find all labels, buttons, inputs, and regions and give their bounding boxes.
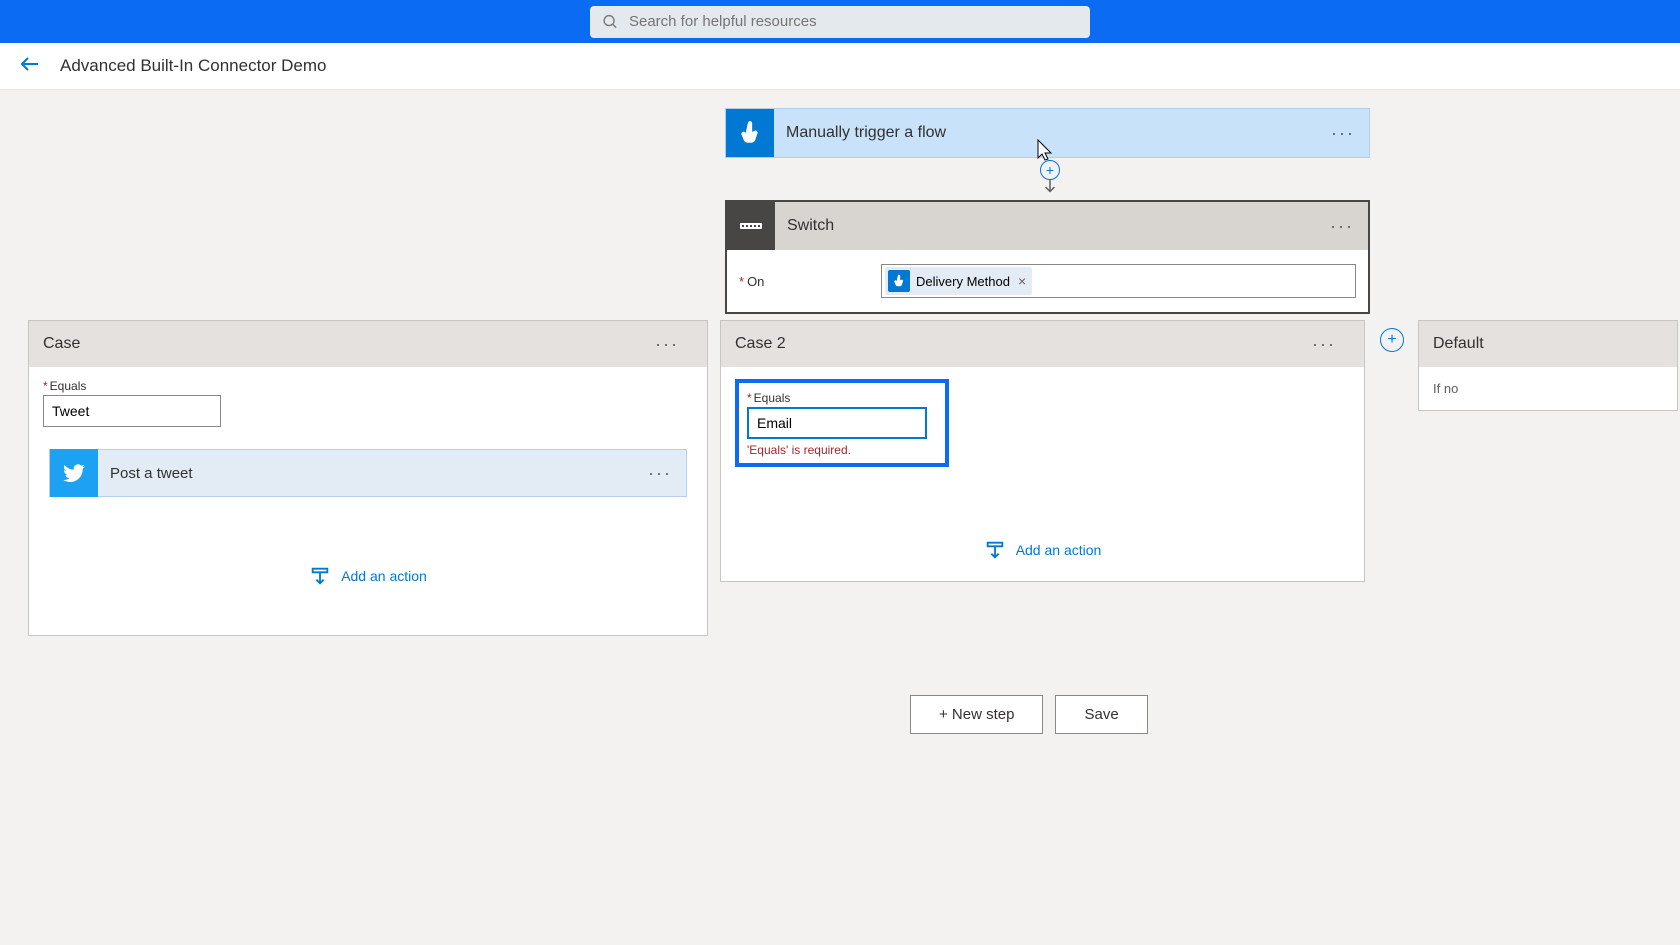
touch-icon [726,109,774,157]
case-2-equals-input[interactable]: Email [747,407,927,439]
trigger-title: Manually trigger a flow [774,124,1317,142]
dynamic-token-delivery-method[interactable]: Delivery Method × [885,267,1032,295]
case-2-more-icon[interactable]: ··· [1298,334,1350,355]
action-more-icon[interactable]: ··· [634,463,686,484]
case-1-add-action-button[interactable]: Add an action [43,565,693,587]
case-2-equals-label: *Equals [747,391,937,405]
footer-buttons: + New step Save [910,695,1148,734]
post-tweet-action-card[interactable]: Post a tweet ··· [49,449,687,497]
flow-canvas: Manually trigger a flow ··· + Switch ···… [0,90,1680,945]
switch-on-input[interactable]: Delivery Method × [881,264,1356,298]
connector-add: + [1038,160,1062,201]
search-box[interactable] [590,6,1090,38]
switch-on-label: *On [739,274,869,289]
breadcrumb-bar: Advanced Built-In Connector Demo [0,43,1680,90]
add-action-icon [309,565,331,587]
case-1-more-icon[interactable]: ··· [641,334,693,355]
page-title: Advanced Built-In Connector Demo [60,56,326,76]
case-2-equals-highlight: *Equals Email 'Equals' is required. [735,379,949,467]
default-header[interactable]: Default [1419,321,1677,367]
case-2-validation-message: 'Equals' is required. [747,443,937,457]
case-1-header[interactable]: Case ··· [29,321,707,367]
back-arrow-icon[interactable] [18,52,42,81]
search-input[interactable] [629,13,1078,30]
insert-step-button[interactable]: + [1040,160,1060,180]
case-1-card: Case ··· *Equals Tweet Post a tweet ··· … [28,320,708,636]
case-2-card: Case 2 ··· *Equals Email 'Equals' is req… [720,320,1365,582]
case-1-title: Case [43,335,641,353]
case-1-equals-label: *Equals [43,379,693,393]
top-bar [0,0,1680,43]
trigger-card[interactable]: Manually trigger a flow ··· [725,108,1370,158]
touch-token-icon [888,270,910,292]
twitter-icon [50,449,98,497]
case-2-title: Case 2 [735,335,1298,353]
action-title: Post a tweet [98,465,634,482]
case-1-equals-input[interactable]: Tweet [43,395,221,427]
switch-card[interactable]: Switch ··· *On Delivery Method × [725,200,1370,314]
switch-more-icon[interactable]: ··· [1316,216,1368,237]
save-button[interactable]: Save [1055,695,1147,734]
search-icon [602,13,619,31]
switch-title: Switch [775,217,1316,235]
case-2-add-action-button[interactable]: Add an action [735,539,1350,561]
arrow-down-icon [1041,178,1059,201]
default-body-text: If no [1419,367,1677,410]
switch-icon [727,202,775,250]
default-title: Default [1433,335,1663,353]
add-action-icon [984,539,1006,561]
new-step-button[interactable]: + New step [910,695,1043,734]
add-case-button[interactable]: + [1380,328,1404,352]
default-card: Default If no [1418,320,1678,411]
token-remove-icon[interactable]: × [1018,273,1026,289]
case-2-header[interactable]: Case 2 ··· [721,321,1364,367]
token-label: Delivery Method [916,274,1010,289]
trigger-more-icon[interactable]: ··· [1317,123,1369,144]
